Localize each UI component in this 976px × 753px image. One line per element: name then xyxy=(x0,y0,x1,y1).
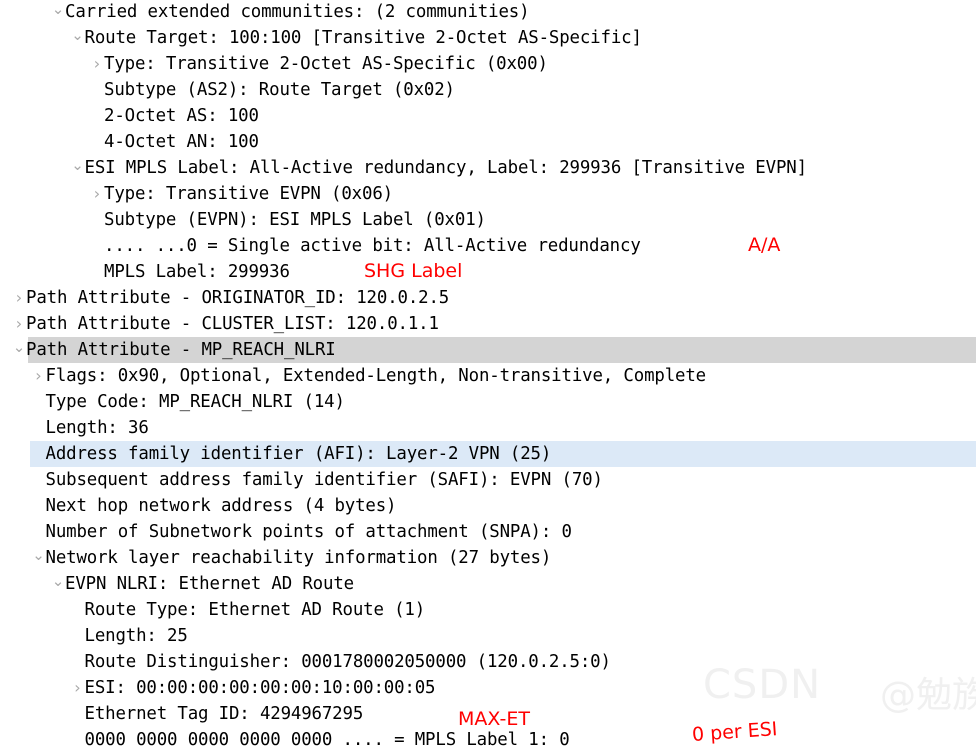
tree-row-label: Flags: 0x90, Optional, Extended-Length, … xyxy=(45,366,707,386)
tree-row[interactable]: Network layer reachability information (… xyxy=(0,545,976,571)
chevron-right-icon[interactable] xyxy=(12,311,26,337)
chevron-down-icon[interactable] xyxy=(12,337,26,363)
tree-row[interactable]: Subtype (EVPN): ESI MPLS Label (0x01) xyxy=(0,207,976,233)
chevron-down-icon[interactable] xyxy=(51,571,65,597)
annotation-shg-label: SHG Label xyxy=(364,260,463,282)
packet-detail-tree[interactable]: Carried extended communities: (2 communi… xyxy=(0,0,976,752)
tree-row[interactable]: Carried extended communities: (2 communi… xyxy=(0,0,976,25)
tree-row[interactable]: Flags: 0x90, Optional, Extended-Length, … xyxy=(0,363,976,389)
tree-row-label: Next hop network address (4 bytes) xyxy=(45,496,397,516)
chevron-right-icon[interactable] xyxy=(32,363,46,389)
tree-row-label: MPLS Label: 299936 xyxy=(104,262,290,282)
tree-row[interactable]: Address family identifier (AFI): Layer-2… xyxy=(0,441,976,467)
tree-row[interactable]: Path Attribute - MP_REACH_NLRI xyxy=(0,337,976,363)
tree-row-label: Subtype (EVPN): ESI MPLS Label (0x01) xyxy=(104,210,486,230)
tree-row[interactable]: Number of Subnetwork points of attachmen… xyxy=(0,519,976,545)
tree-row-label: Carried extended communities: (2 communi… xyxy=(65,2,530,22)
tree-row-label: Type: Transitive 2-Octet AS-Specific (0x… xyxy=(104,54,548,74)
tree-row[interactable]: 2-Octet AS: 100 xyxy=(0,103,976,129)
tree-row-label: Route Type: Ethernet AD Route (1) xyxy=(84,600,426,620)
tree-row[interactable]: MPLS Label: 299936 xyxy=(0,259,976,285)
tree-row[interactable]: ESI MPLS Label: All-Active redundancy, L… xyxy=(0,155,976,181)
tree-row-label: Route Target: 100:100 [Transitive 2-Octe… xyxy=(84,28,642,48)
chevron-right-icon[interactable] xyxy=(90,51,104,77)
chevron-down-icon[interactable] xyxy=(71,25,85,51)
tree-row-label: Number of Subnetwork points of attachmen… xyxy=(45,522,572,542)
tree-row-label: ESI MPLS Label: All-Active redundancy, L… xyxy=(84,158,808,178)
chevron-right-icon[interactable] xyxy=(71,675,85,701)
tree-row-label: Subtype (AS2): Route Target (0x02) xyxy=(104,80,455,100)
tree-row-label: Network layer reachability information (… xyxy=(45,548,552,568)
tree-row[interactable]: Path Attribute - ORIGINATOR_ID: 120.0.2.… xyxy=(0,285,976,311)
annotation-max-et: MAX-ET xyxy=(458,708,530,730)
tree-row[interactable]: Length: 36 xyxy=(0,415,976,441)
tree-row-label: Length: 25 xyxy=(84,626,188,646)
tree-row-label: Ethernet Tag ID: 4294967295 xyxy=(84,704,364,724)
tree-row-label: ESI: 00:00:00:00:00:00:10:00:00:05 xyxy=(84,678,436,698)
tree-row-label: Subsequent address family identifier (SA… xyxy=(45,470,603,490)
chevron-right-icon[interactable] xyxy=(90,181,104,207)
tree-row[interactable]: Subsequent address family identifier (SA… xyxy=(0,467,976,493)
tree-row-label: EVPN NLRI: Ethernet AD Route xyxy=(65,574,354,594)
tree-row[interactable]: Type: Transitive EVPN (0x06) xyxy=(0,181,976,207)
tree-row[interactable]: Subtype (AS2): Route Target (0x02) xyxy=(0,77,976,103)
tree-row[interactable]: Length: 25 xyxy=(0,623,976,649)
chevron-down-icon[interactable] xyxy=(32,545,46,571)
tree-row[interactable]: Type Code: MP_REACH_NLRI (14) xyxy=(0,389,976,415)
chevron-down-icon[interactable] xyxy=(51,0,65,25)
tree-row[interactable]: 4-Octet AN: 100 xyxy=(0,129,976,155)
chevron-right-icon[interactable] xyxy=(12,285,26,311)
tree-row-label: Length: 36 xyxy=(45,418,149,438)
tree-row-label: Path Attribute - ORIGINATOR_ID: 120.0.2.… xyxy=(26,288,450,308)
tree-row-label: Path Attribute - CLUSTER_LIST: 120.0.1.1 xyxy=(26,314,439,334)
tree-row[interactable]: Type: Transitive 2-Octet AS-Specific (0x… xyxy=(0,51,976,77)
tree-row-label: .... ...0 = Single active bit: All-Activ… xyxy=(104,236,641,256)
tree-row[interactable]: Next hop network address (4 bytes) xyxy=(0,493,976,519)
tree-row[interactable]: .... ...0 = Single active bit: All-Activ… xyxy=(0,233,976,259)
tree-row[interactable]: Route Type: Ethernet AD Route (1) xyxy=(0,597,976,623)
tree-row[interactable]: ESI: 00:00:00:00:00:00:10:00:00:05 xyxy=(0,675,976,701)
tree-row[interactable]: Route Distinguisher: 0001780002050000 (1… xyxy=(0,649,976,675)
tree-row[interactable]: EVPN NLRI: Ethernet AD Route xyxy=(0,571,976,597)
tree-row-label: 2-Octet AS: 100 xyxy=(104,106,259,126)
annotation-aa: A/A xyxy=(748,234,781,256)
tree-row-label: 4-Octet AN: 100 xyxy=(104,132,259,152)
tree-row[interactable]: Path Attribute - CLUSTER_LIST: 120.0.1.1 xyxy=(0,311,976,337)
tree-row-label: Route Distinguisher: 0001780002050000 (1… xyxy=(84,652,611,672)
tree-row-label: Path Attribute - MP_REACH_NLRI xyxy=(26,340,336,360)
tree-row-label: Address family identifier (AFI): Layer-2… xyxy=(45,444,552,464)
chevron-down-icon[interactable] xyxy=(71,155,85,181)
tree-row-label: Type Code: MP_REACH_NLRI (14) xyxy=(45,392,345,412)
tree-row[interactable]: Route Target: 100:100 [Transitive 2-Octe… xyxy=(0,25,976,51)
tree-row-label: Type: Transitive EVPN (0x06) xyxy=(104,184,393,204)
